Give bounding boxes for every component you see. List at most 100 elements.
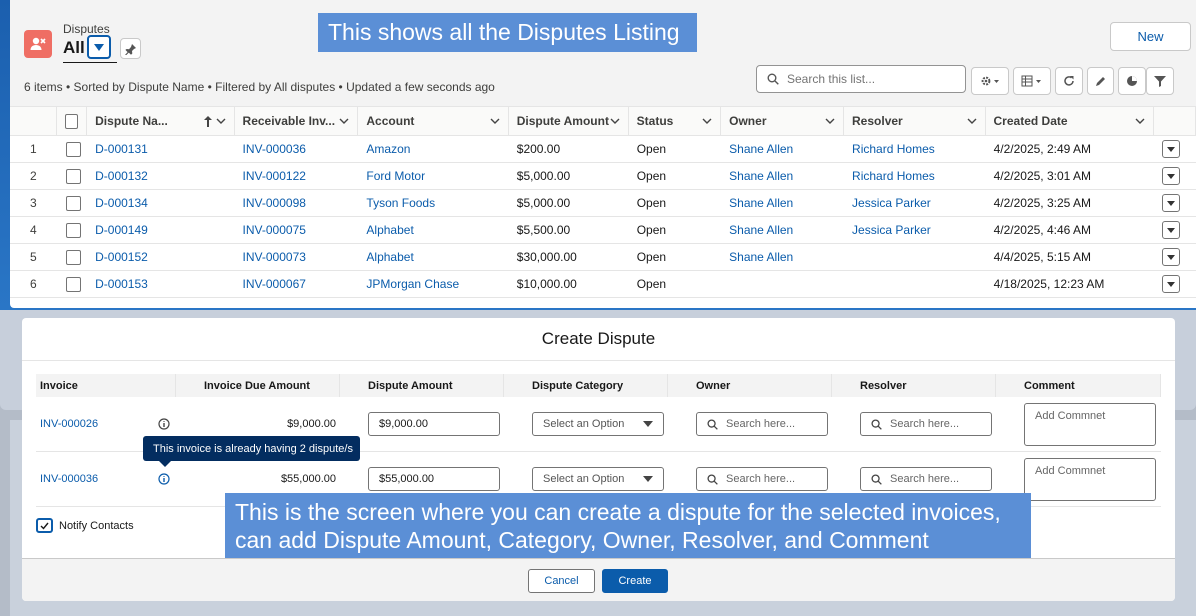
invoice-link[interactable]: INV-000073	[235, 250, 359, 264]
owner-search-input[interactable]: Search here...	[696, 467, 828, 491]
resolver-link[interactable]: Jessica Parker	[844, 223, 986, 237]
table-header: Dispute Na... Receivable Inv... Account …	[10, 106, 1196, 136]
actions-header	[1154, 107, 1196, 135]
account-link[interactable]: Ford Motor	[358, 169, 508, 183]
owner-search-input[interactable]: Search here...	[696, 412, 828, 436]
row-actions-button[interactable]	[1161, 140, 1180, 158]
column-header-created-date[interactable]: Created Date	[986, 107, 1154, 135]
invoice-due-amount: $9,000.00	[287, 418, 336, 430]
account-link[interactable]: Alphabet	[358, 223, 508, 237]
chevron-down-icon[interactable]	[216, 118, 226, 124]
chevron-down-icon	[1166, 227, 1175, 233]
dispute-category-select[interactable]: Select an Option	[532, 467, 664, 491]
row-checkbox[interactable]	[65, 141, 81, 157]
select-all-checkbox[interactable]	[65, 113, 79, 129]
account-link[interactable]: Amazon	[358, 142, 508, 156]
account-link[interactable]: JPMorgan Chase	[358, 277, 508, 291]
column-header-receivable-invoice[interactable]: Receivable Inv...	[235, 107, 359, 135]
owner-link[interactable]: Shane Allen	[721, 250, 844, 264]
filters-button[interactable]	[1146, 67, 1174, 95]
row-actions-button[interactable]	[1161, 167, 1180, 185]
invoice-link[interactable]: INV-000098	[235, 196, 359, 210]
dispute-name-link[interactable]: D-000153	[87, 277, 234, 291]
invoice-link[interactable]: INV-000036	[235, 142, 359, 156]
account-link[interactable]: Alphabet	[358, 250, 508, 264]
row-actions-button[interactable]	[1161, 194, 1180, 212]
owner-link[interactable]: Shane Allen	[721, 196, 844, 210]
chevron-down-icon[interactable]	[490, 118, 500, 124]
column-header-owner[interactable]: Owner	[721, 107, 845, 135]
invoice-link[interactable]: INV-000067	[235, 277, 359, 291]
checkmark-icon	[40, 522, 49, 530]
notify-contacts[interactable]: Notify Contacts	[36, 518, 134, 533]
chevron-down-icon[interactable]	[702, 118, 712, 124]
invoice-due-amount: $55,000.00	[280, 473, 336, 485]
chevron-down-icon[interactable]	[339, 118, 349, 124]
row-actions-button[interactable]	[1161, 248, 1180, 266]
owner-link[interactable]: Shane Allen	[721, 169, 844, 183]
dispute-amount-input[interactable]: $9,000.00	[368, 412, 500, 436]
row-actions-button[interactable]	[1161, 275, 1180, 293]
info-icon[interactable]	[158, 473, 170, 485]
display-as-table-button[interactable]	[1013, 67, 1051, 95]
dispute-amount-input[interactable]: $55,000.00	[368, 467, 500, 491]
status: Open	[636, 196, 667, 210]
dispute-name-link[interactable]: D-000152	[87, 250, 234, 264]
dispute-category-select[interactable]: Select an Option	[532, 412, 664, 436]
row-checkbox[interactable]	[65, 195, 81, 211]
list-search-input[interactable]: Search this list...	[756, 65, 966, 93]
chevron-down-icon[interactable]	[825, 118, 835, 124]
list-view-switcher-button[interactable]	[87, 35, 111, 59]
row-checkbox[interactable]	[65, 276, 81, 292]
refresh-button[interactable]	[1055, 67, 1083, 95]
row-select-cell	[58, 276, 88, 292]
cancel-button[interactable]: Cancel	[528, 569, 595, 593]
column-header-resolver[interactable]: Resolver	[844, 107, 986, 135]
resolver-search-input[interactable]: Search here...	[860, 467, 992, 491]
owner-link[interactable]: Shane Allen	[721, 223, 844, 237]
column-header-status[interactable]: Status	[629, 107, 722, 135]
new-button[interactable]: New	[1110, 22, 1191, 51]
row-checkbox[interactable]	[65, 249, 81, 265]
dispute-name-link[interactable]: D-000132	[87, 169, 234, 183]
row-number: 1	[30, 142, 37, 156]
dispute-name-link[interactable]: D-000134	[87, 196, 234, 210]
resolver-link[interactable]: Richard Homes	[844, 169, 986, 183]
invoice-link[interactable]: INV-000026	[40, 418, 98, 430]
list-settings-button[interactable]	[971, 67, 1009, 95]
invoice-link[interactable]: INV-000075	[235, 223, 359, 237]
resolver-search-input[interactable]: Search here...	[860, 412, 992, 436]
create-button[interactable]: Create	[602, 569, 668, 593]
invoice-link[interactable]: INV-000122	[235, 169, 359, 183]
account-link[interactable]: Tyson Foods	[358, 196, 508, 210]
dispute-name-link[interactable]: D-000149	[87, 223, 234, 237]
inline-edit-button[interactable]	[1087, 67, 1114, 95]
pin-list-view-button[interactable]	[120, 38, 141, 59]
column-header-invoice: Invoice	[36, 374, 176, 397]
comment-textarea[interactable]: Add Commnet	[1024, 457, 1156, 501]
comment-textarea[interactable]: Add Commnet	[1024, 402, 1156, 446]
owner-link[interactable]: Shane Allen	[721, 142, 844, 156]
resolver-link[interactable]: Jessica Parker	[844, 196, 986, 210]
search-placeholder: Search here...	[726, 473, 796, 485]
dispute-amount: $200.00	[516, 142, 561, 156]
status: Open	[636, 142, 667, 156]
charts-button[interactable]	[1118, 67, 1146, 95]
column-header-dispute-amount[interactable]: Dispute Amount	[509, 107, 629, 135]
column-header-account[interactable]: Account	[358, 107, 509, 135]
resolver-link[interactable]: Richard Homes	[844, 142, 986, 156]
table-row: 4 D-000149 INV-000075 Alphabet $5,500.00…	[10, 217, 1196, 244]
dispute-name-link[interactable]: D-000131	[87, 142, 234, 156]
row-actions-button[interactable]	[1161, 221, 1180, 239]
notify-contacts-checkbox[interactable]	[36, 518, 53, 533]
info-icon[interactable]	[158, 418, 170, 430]
chevron-down-icon[interactable]	[1135, 118, 1145, 124]
row-checkbox[interactable]	[65, 222, 81, 238]
invoice-link[interactable]: INV-000036	[40, 473, 98, 485]
table-icon	[1021, 75, 1041, 87]
chevron-down-icon[interactable]	[967, 118, 977, 124]
column-header-dispute-name[interactable]: Dispute Na...	[87, 107, 235, 135]
row-checkbox[interactable]	[65, 168, 81, 184]
chevron-down-icon[interactable]	[610, 118, 620, 124]
list-view-name[interactable]: All	[63, 38, 85, 58]
